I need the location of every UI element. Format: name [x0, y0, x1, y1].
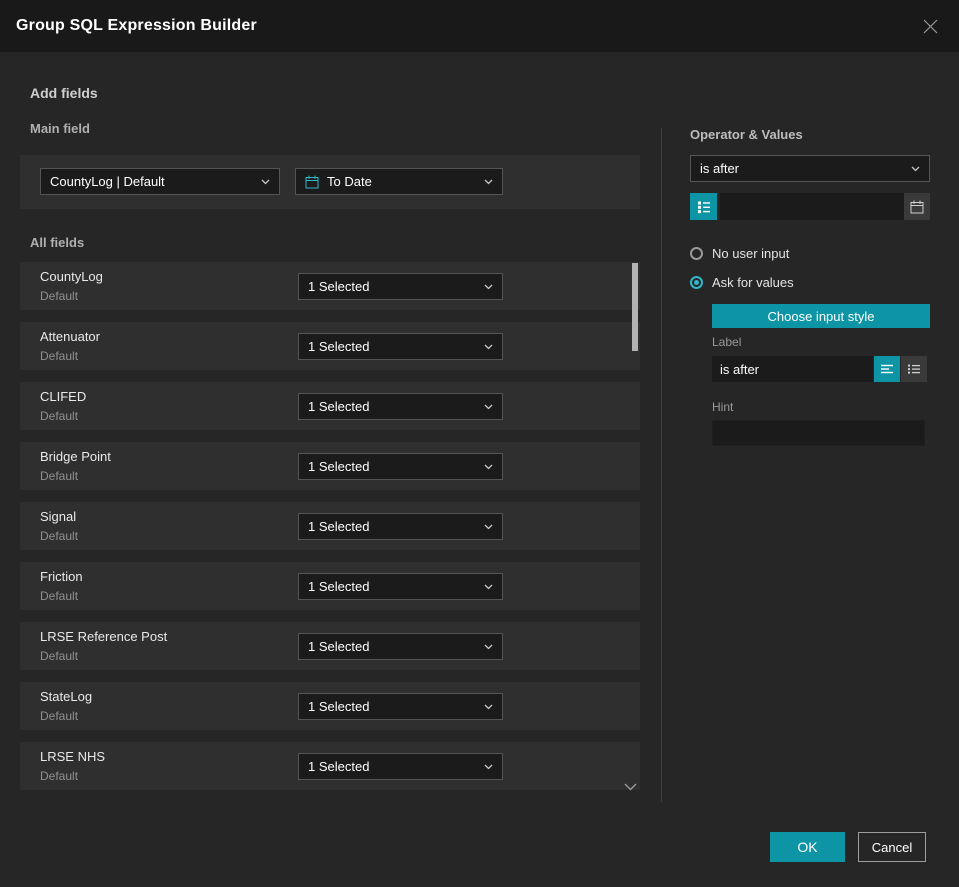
chevron-down-icon: [484, 524, 493, 530]
main-field-panel: CountyLog | Default To Date: [20, 155, 640, 209]
ok-button[interactable]: OK: [770, 832, 845, 862]
scrollbar-thumb[interactable]: [632, 263, 638, 351]
multi-line-input-button[interactable]: [901, 356, 927, 382]
all-fields-list: CountyLog Default 1 Selected Attenuator …: [20, 262, 640, 802]
chevron-down-icon: [484, 284, 493, 290]
radio-no-user-input[interactable]: No user input: [690, 246, 789, 261]
operator-select[interactable]: is after: [690, 155, 930, 182]
dialog-title: Group SQL Expression Builder: [16, 17, 257, 34]
field-row: CountyLog Default 1 Selected: [20, 262, 640, 310]
field-row: Friction Default 1 Selected: [20, 562, 640, 610]
field-selected-value: 1 Selected: [308, 639, 370, 654]
field-selected-value: 1 Selected: [308, 759, 370, 774]
chevron-down-icon: [484, 644, 493, 650]
calendar-icon: [910, 200, 924, 214]
field-selected-dropdown[interactable]: 1 Selected: [298, 633, 503, 660]
main-date-select-value: To Date: [327, 174, 372, 189]
hint-input[interactable]: [712, 420, 925, 446]
choose-input-style-button[interactable]: Choose input style: [712, 304, 930, 328]
list-values-icon: [697, 200, 711, 214]
field-row: Attenuator Default 1 Selected: [20, 322, 640, 370]
radio-circle-icon: [690, 276, 703, 289]
field-selected-dropdown[interactable]: 1 Selected: [298, 453, 503, 480]
field-selected-dropdown[interactable]: 1 Selected: [298, 393, 503, 420]
group-sql-expression-builder-dialog: Group SQL Expression Builder Add fields …: [0, 0, 959, 887]
radio-ask-for-values-label: Ask for values: [712, 275, 794, 290]
calendar-icon: [305, 175, 319, 189]
chevron-down-icon: [261, 179, 270, 185]
scrollbar[interactable]: [632, 263, 638, 783]
main-field-label: Main field: [30, 121, 90, 136]
radio-ask-for-values[interactable]: Ask for values: [690, 275, 794, 290]
field-selected-dropdown[interactable]: 1 Selected: [298, 333, 503, 360]
field-row: CLIFED Default 1 Selected: [20, 382, 640, 430]
operator-values-heading: Operator & Values: [690, 127, 803, 142]
scroll-down-chevron-icon[interactable]: [624, 783, 637, 791]
radio-circle-icon: [690, 247, 703, 260]
add-fields-heading: Add fields: [30, 85, 98, 101]
chevron-down-icon: [484, 179, 493, 185]
field-selected-value: 1 Selected: [308, 339, 370, 354]
chevron-down-icon: [484, 584, 493, 590]
hint-caption: Hint: [712, 400, 734, 414]
align-left-icon: [880, 362, 894, 376]
chevron-down-icon: [484, 464, 493, 470]
vertical-divider: [661, 128, 662, 802]
unique-values-button[interactable]: [690, 193, 717, 220]
label-caption: Label: [712, 335, 742, 349]
field-selected-value: 1 Selected: [308, 399, 370, 414]
main-field-select[interactable]: CountyLog | Default: [40, 168, 280, 195]
chevron-down-icon: [484, 404, 493, 410]
field-row: Signal Default 1 Selected: [20, 502, 640, 550]
list-bullets-icon: [907, 362, 921, 376]
dialog-header: Group SQL Expression Builder: [0, 0, 959, 52]
chevron-down-icon: [484, 704, 493, 710]
field-selected-value: 1 Selected: [308, 279, 370, 294]
operator-select-value: is after: [700, 161, 740, 176]
all-fields-label: All fields: [30, 235, 85, 250]
field-selected-value: 1 Selected: [308, 699, 370, 714]
field-selected-dropdown[interactable]: 1 Selected: [298, 573, 503, 600]
field-selected-dropdown[interactable]: 1 Selected: [298, 693, 503, 720]
main-date-select[interactable]: To Date: [295, 168, 503, 195]
cancel-button[interactable]: Cancel: [858, 832, 926, 862]
field-row: LRSE Reference Post Default 1 Selected: [20, 622, 640, 670]
chevron-down-icon: [484, 764, 493, 770]
calendar-button[interactable]: [904, 193, 930, 220]
field-selected-value: 1 Selected: [308, 459, 370, 474]
main-field-select-value: CountyLog | Default: [50, 174, 165, 189]
field-selected-dropdown[interactable]: 1 Selected: [298, 273, 503, 300]
field-selected-value: 1 Selected: [308, 519, 370, 534]
value-input[interactable]: [720, 193, 904, 220]
field-selected-value: 1 Selected: [308, 579, 370, 594]
field-selected-dropdown[interactable]: 1 Selected: [298, 753, 503, 780]
radio-no-user-input-label: No user input: [712, 246, 790, 261]
single-line-input-button[interactable]: [874, 356, 900, 382]
close-button[interactable]: [918, 14, 943, 39]
chevron-down-icon: [911, 166, 920, 172]
field-selected-dropdown[interactable]: 1 Selected: [298, 513, 503, 540]
field-row: StateLog Default 1 Selected: [20, 682, 640, 730]
field-row: Bridge Point Default 1 Selected: [20, 442, 640, 490]
close-icon: [922, 19, 939, 38]
chevron-down-icon: [484, 344, 493, 350]
field-row: LRSE NHS Default 1 Selected: [20, 742, 640, 790]
label-input[interactable]: [712, 356, 873, 382]
